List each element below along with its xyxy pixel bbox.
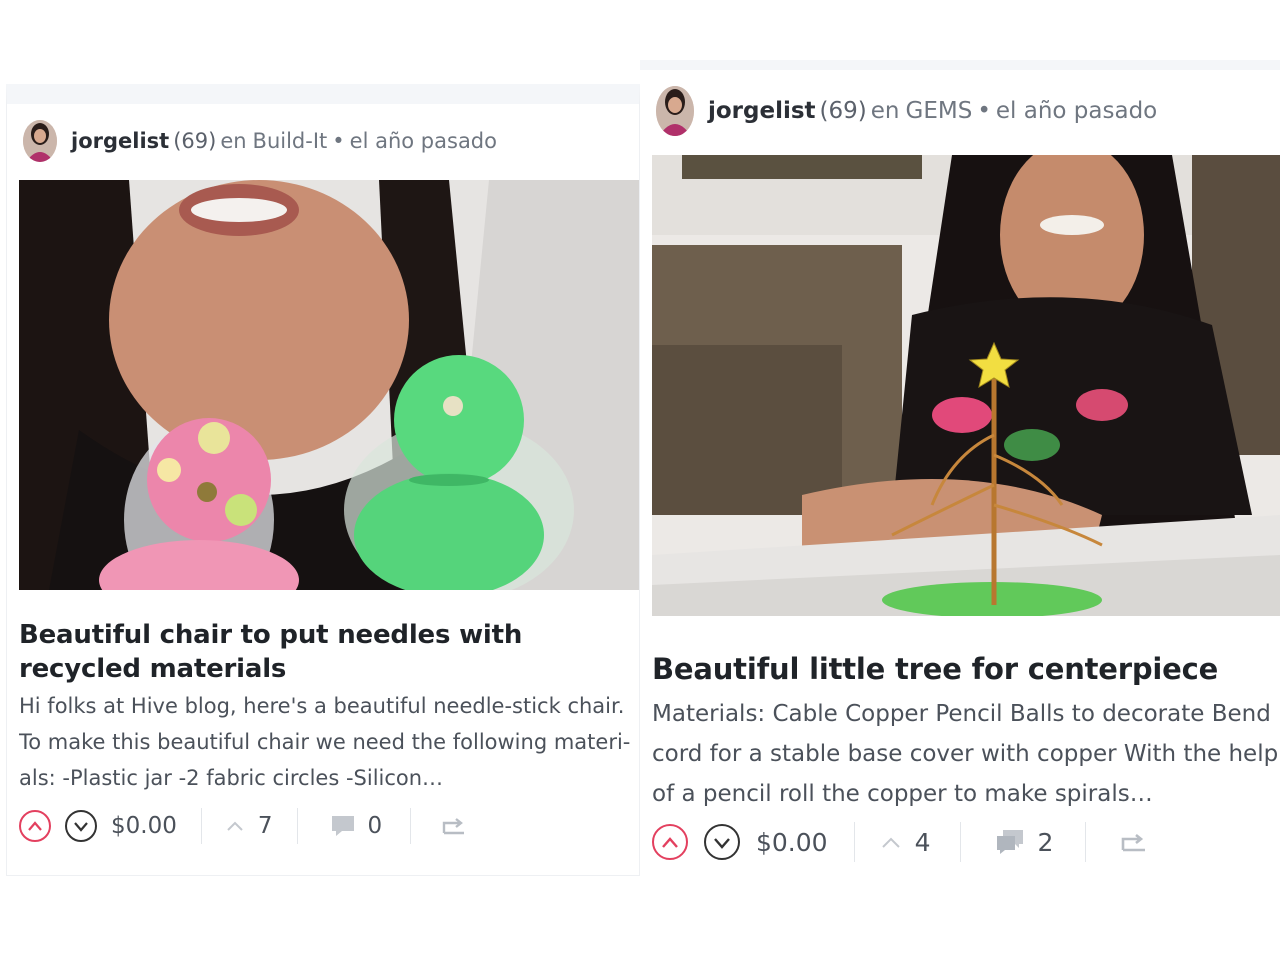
author-avatar[interactable] xyxy=(23,120,57,162)
post-thumbnail[interactable] xyxy=(19,180,639,590)
post-title[interactable]: Beautiful chair to put needles with recy… xyxy=(19,618,619,686)
author-name[interactable]: jorgelist xyxy=(71,129,169,153)
author-reputation: (69) xyxy=(819,98,867,124)
chevron-up-icon xyxy=(881,837,900,848)
post-byline: jorgelist (69) en GEMS • el año pasado xyxy=(656,86,1157,136)
thumbnail-photo-pincushions xyxy=(19,180,639,590)
footer-divider xyxy=(853,822,855,862)
footer-divider xyxy=(296,808,298,844)
post-byline: jorgelist (69) en Build-It • el año pasa… xyxy=(23,120,497,162)
post-card-left: jorgelist (69) en Build-It • el año pasa… xyxy=(6,84,640,876)
author-name[interactable]: jorgelist xyxy=(708,98,816,124)
byline-separator: • xyxy=(977,98,991,124)
post-title[interactable]: Beautiful little tree for centerpiece xyxy=(652,650,1272,688)
community-prefix: en xyxy=(870,98,900,124)
upvote-button[interactable] xyxy=(19,810,51,842)
post-timestamp[interactable]: el año pasado xyxy=(350,129,497,153)
community-prefix: en xyxy=(220,129,247,153)
reblog-button[interactable] xyxy=(441,815,467,837)
comments-bubbles-icon xyxy=(997,830,1024,854)
upvote-icon xyxy=(662,836,678,848)
post-summary[interactable]: Hi folks at Hive blog, here's a beautifu… xyxy=(19,688,631,796)
avatar-photo xyxy=(23,120,57,162)
votes-count-group[interactable]: 7 xyxy=(226,813,273,839)
post-timestamp[interactable]: el año pasado xyxy=(996,98,1157,124)
footer-divider xyxy=(960,822,962,862)
reblog-button[interactable] xyxy=(1120,830,1148,854)
reblog-icon xyxy=(1122,833,1146,852)
comment-bubble-icon xyxy=(331,816,354,836)
post-payout[interactable]: $0.00 xyxy=(111,813,177,839)
reblog-icon xyxy=(442,818,465,835)
votes-count-group[interactable]: 4 xyxy=(881,827,931,857)
downvote-icon xyxy=(714,837,730,849)
footer-divider xyxy=(200,808,202,844)
upvote-button[interactable] xyxy=(652,824,688,860)
downvote-button[interactable] xyxy=(704,824,740,860)
thumbnail-photo-copper-tree xyxy=(652,155,1280,616)
post-footer: $0.00 4 2 xyxy=(652,822,1148,862)
downvote-button[interactable] xyxy=(65,810,97,842)
community-link[interactable]: GEMS xyxy=(906,98,973,124)
downvote-icon xyxy=(74,822,88,832)
footer-divider xyxy=(1085,822,1087,862)
community-link[interactable]: Build-It xyxy=(253,129,328,153)
footer-divider xyxy=(410,808,412,844)
votes-count: 7 xyxy=(257,813,273,839)
post-footer: $0.00 7 0 xyxy=(19,808,467,844)
author-reputation: (69) xyxy=(173,129,217,153)
comments-count-group[interactable]: 0 xyxy=(330,813,383,839)
upvote-icon xyxy=(28,821,42,831)
comments-count: 0 xyxy=(367,813,383,839)
post-payout[interactable]: $0.00 xyxy=(756,828,828,857)
post-card-right: jorgelist (69) en GEMS • el año pasado B… xyxy=(640,60,1280,880)
byline-separator: • xyxy=(332,129,345,153)
chevron-up-icon xyxy=(227,821,243,831)
author-avatar[interactable] xyxy=(656,86,694,136)
post-summary[interactable]: Materials: Cable Copper Pencil Balls to … xyxy=(652,694,1280,816)
comments-count-group[interactable]: 2 xyxy=(995,828,1053,857)
post-thumbnail[interactable] xyxy=(652,155,1280,616)
comments-count: 2 xyxy=(1037,827,1054,857)
votes-count: 4 xyxy=(914,827,931,857)
avatar-photo xyxy=(656,86,694,136)
